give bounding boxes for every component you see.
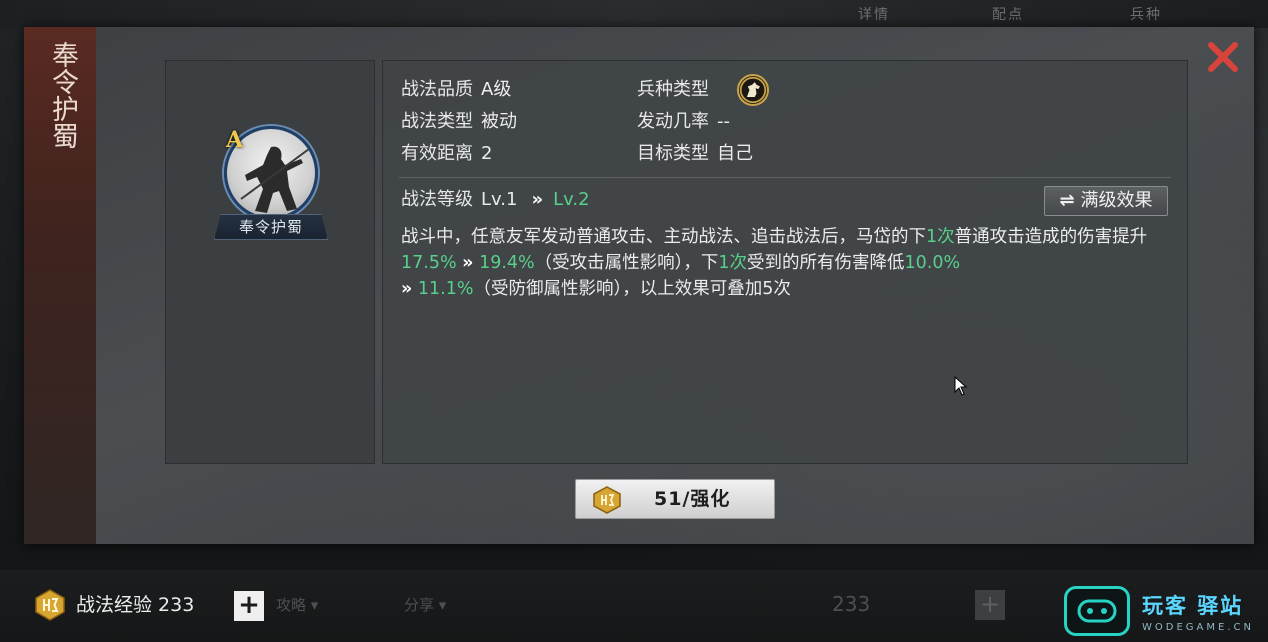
attr-quality-label: 战法品质 [401, 79, 473, 100]
skill-description: 战斗中，任意友军发动普通攻击、主动战法、追击战法后，马岱的下1次普通攻击造成的伤… [401, 224, 1173, 302]
max-level-effect-button[interactable]: ⇌ 满级效果 [1044, 186, 1168, 216]
modal-title: 奉令护蜀 [47, 41, 78, 149]
desc-value-next: 19.4% [479, 253, 535, 273]
faded-exp-count: 233 [832, 592, 871, 616]
watermark-logo-icon [1064, 586, 1130, 636]
attr-target-label: 目标类型 [637, 143, 709, 164]
attr-type-value: 被动 [481, 111, 517, 132]
skill-book-icon [593, 486, 621, 514]
desc-text: 普通攻击造成的伤害提升 [954, 227, 1148, 247]
skill-level-row: 战法等级 Lv.1 » Lv.2 [401, 188, 590, 212]
faded-plus-button: + [975, 590, 1005, 620]
attr-rate-label: 发动几率 [637, 111, 709, 132]
skill-info-panel: 战法品质 A级 战法类型 被动 有效距离 2 兵种类型 发动几率 -- 目标类型 自己 战… [382, 60, 1188, 464]
upgrade-skill-button[interactable]: 51/强化 [575, 479, 775, 519]
level-label: 战法等级 [401, 189, 473, 210]
desc-text: 受到的所有伤害降低 [747, 253, 905, 273]
skill-detail-modal: 奉令护蜀 A 奉令护蜀 战法品质 A级 战法类型被动 有效距离 2 兵种类型 [24, 27, 1254, 544]
desc-value-next: 11.1% [417, 279, 474, 299]
desc-value-current: 17.5% [401, 253, 457, 273]
watermark-url: WODEGAME.CN [1142, 622, 1254, 633]
desc-arrow: » [401, 279, 413, 299]
attr-rate-value: -- [717, 111, 730, 132]
desc-highlight: 1次 [926, 227, 955, 247]
skill-exp-icon [35, 589, 65, 621]
desc-value-current: 10.0% [904, 253, 961, 273]
upgrade-label: 51/强化 [654, 488, 731, 510]
swap-icon: ⇌ [1059, 190, 1075, 211]
tab-points[interactable]: 配点 [992, 4, 1024, 24]
info-divider [399, 177, 1171, 178]
faded-share-menu: 分享 ▾ [404, 596, 447, 614]
tab-details[interactable]: 详情 [858, 4, 890, 24]
max-level-effect-label: 满级效果 [1080, 190, 1153, 211]
attr-target: 目标类型 自己 [637, 142, 753, 166]
desc-text: （受攻击属性影响），下 [534, 253, 719, 273]
attr-range-value: 2 [481, 143, 493, 164]
desc-arrow: » [462, 253, 474, 273]
top-tab-strip: 详情 配点 兵种 [0, 0, 1268, 28]
desc-highlight: 1次 [718, 253, 748, 273]
level-next: Lv.2 [553, 189, 590, 210]
attr-quality: 战法品质 A级 [401, 78, 511, 102]
attr-troop: 兵种类型 [637, 78, 709, 102]
attr-range: 有效距离 2 [401, 142, 492, 166]
desc-text: （受防御属性影响），以上效果可叠加5次 [473, 279, 791, 299]
attr-troop-label: 兵种类型 [637, 79, 709, 100]
faded-guide-menu: 攻略 ▾ [276, 596, 319, 614]
skill-name-plate: 奉令护蜀 [214, 214, 328, 240]
attr-type-label: 战法类型 [401, 111, 473, 132]
close-icon[interactable] [1206, 40, 1240, 74]
level-arrow: » [531, 189, 544, 210]
attr-rate: 发动几率 -- [637, 110, 730, 134]
tab-troops[interactable]: 兵种 [1130, 4, 1162, 24]
watermark-text: 玩客 驿站 [1142, 594, 1244, 618]
title-banner: 奉令护蜀 [24, 27, 96, 544]
attr-target-value: 自己 [717, 143, 753, 164]
mouse-cursor-icon [954, 376, 968, 396]
attr-type: 战法类型 被动 [401, 110, 517, 134]
level-current: Lv.1 [481, 189, 518, 210]
desc-text: 战斗中，任意友军发动普通攻击、主动战法、追击战法后，马岱的下 [401, 227, 926, 247]
skill-exp-label: 战法经验 233 [76, 594, 195, 616]
skill-portrait-card: A 奉令护蜀 [165, 60, 375, 464]
skill-grade-badge: A [226, 127, 244, 153]
attr-quality-value: A级 [481, 79, 512, 100]
add-exp-button[interactable]: + [234, 591, 264, 621]
attr-range-label: 有效距离 [401, 143, 473, 164]
horse-icon [737, 74, 769, 106]
